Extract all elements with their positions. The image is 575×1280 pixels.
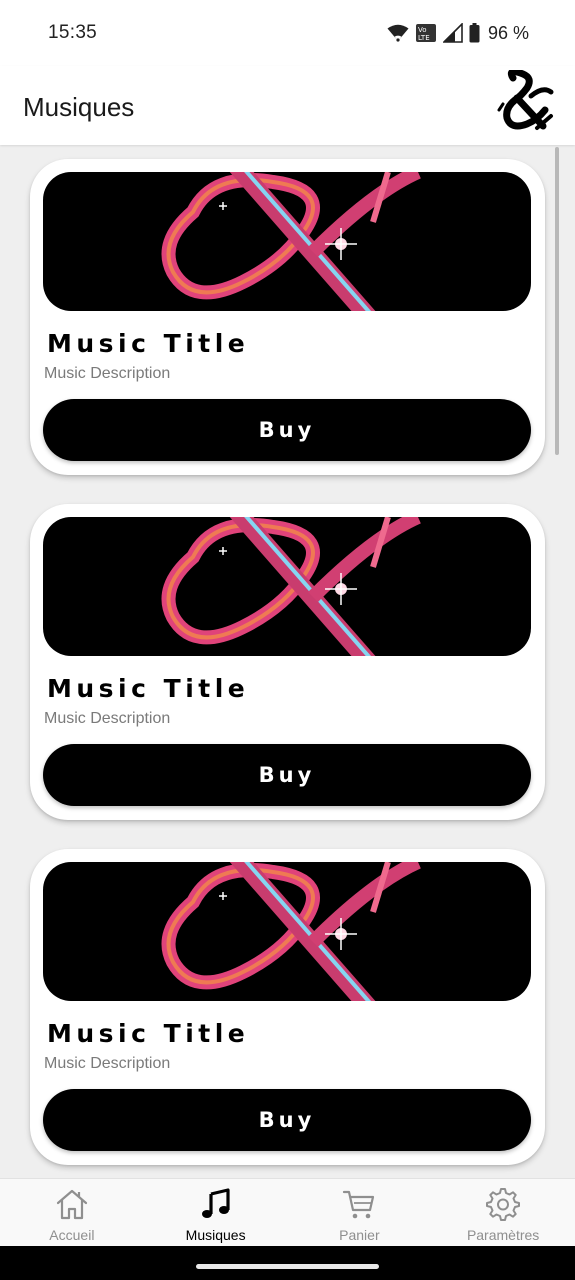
- battery-icon: [469, 23, 480, 43]
- nav-item-accueil[interactable]: Accueil: [0, 1179, 144, 1247]
- nav-label: Musiques: [185, 1227, 246, 1243]
- ampersand-logo-icon[interactable]: [497, 70, 555, 132]
- music-card: Music Title Music Description Buy: [30, 849, 545, 1165]
- buy-button-label: Buy: [258, 1108, 316, 1132]
- album-art: [43, 862, 531, 1001]
- music-title: Music Title: [47, 1019, 250, 1048]
- scrollbar[interactable]: [555, 147, 559, 455]
- buy-button-label: Buy: [258, 418, 316, 442]
- music-description: Music Description: [44, 365, 171, 382]
- svg-text:LTE: LTE: [418, 34, 430, 42]
- status-bar: 15:35 Vo LTE 96 %: [0, 0, 575, 66]
- music-description: Music Description: [44, 1055, 171, 1072]
- page-title: Musiques: [23, 92, 135, 122]
- nav-item-musiques[interactable]: Musiques: [144, 1179, 288, 1247]
- volte-icon: Vo LTE: [415, 24, 436, 42]
- buy-button[interactable]: Buy: [43, 399, 531, 461]
- music-title: Music Title: [47, 329, 250, 358]
- buy-button[interactable]: Buy: [43, 1089, 531, 1151]
- buy-button-label: Buy: [258, 763, 316, 787]
- nav-item-parametres[interactable]: Paramètres: [431, 1179, 575, 1247]
- status-time: 15:35: [48, 22, 98, 43]
- album-art: [43, 172, 531, 311]
- status-icons: Vo LTE 96 %: [387, 20, 529, 46]
- music-card: Music Title Music Description Buy: [30, 159, 545, 475]
- signal-icon: [442, 23, 463, 43]
- system-gesture-area: [0, 1246, 575, 1280]
- cart-icon: [343, 1190, 375, 1219]
- nav-item-panier[interactable]: Panier: [288, 1179, 432, 1247]
- phone-screen: 15:35 Vo LTE 96 % Musiques Music Title M…: [0, 0, 575, 1280]
- home-icon: [56, 1189, 87, 1220]
- app-bar: Musiques: [0, 66, 575, 145]
- bottom-nav: Accueil Musiques Panier Paramètres: [0, 1178, 575, 1247]
- wifi-icon: [387, 24, 409, 42]
- music-title: Music Title: [47, 674, 250, 703]
- nav-label: Accueil: [49, 1227, 95, 1243]
- nav-label: Paramètres: [466, 1227, 540, 1243]
- music-description: Music Description: [44, 710, 171, 727]
- buy-button[interactable]: Buy: [43, 744, 531, 806]
- nav-label: Panier: [339, 1227, 380, 1243]
- music-list[interactable]: Music Title Music Description Buy Music …: [0, 145, 575, 1178]
- music-note-icon: [201, 1188, 230, 1218]
- gear-icon: [486, 1188, 521, 1221]
- battery-percent: 96 %: [487, 22, 529, 43]
- home-gesture-handle[interactable]: [196, 1264, 379, 1269]
- music-card: Music Title Music Description Buy: [30, 504, 545, 820]
- svg-text:Vo: Vo: [418, 26, 427, 34]
- album-art: [43, 517, 531, 656]
